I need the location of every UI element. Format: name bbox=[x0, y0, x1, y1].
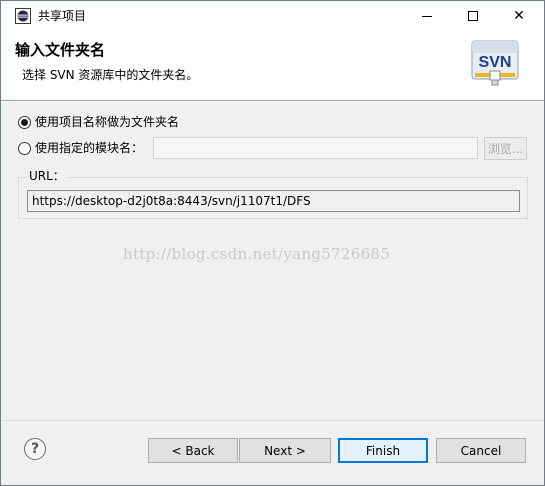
use-module-name-label: 使用指定的模块名： bbox=[35, 141, 144, 155]
button-bar: ? < Back Next > Finish Cancel bbox=[1, 420, 544, 485]
help-icon[interactable]: ? bbox=[24, 438, 46, 460]
finish-button[interactable]: Finish bbox=[338, 438, 428, 463]
module-name-input[interactable] bbox=[153, 137, 478, 159]
close-icon: ✕ bbox=[513, 8, 525, 24]
use-project-name-label: 使用项目名称做为文件夹名 bbox=[35, 115, 180, 129]
title-bar[interactable]: 共享项目 ✕ bbox=[1, 1, 544, 31]
svn-logo: SVN bbox=[471, 40, 519, 86]
radio-selected-dot bbox=[21, 118, 28, 126]
browse-button[interactable]: 浏览... bbox=[484, 137, 527, 160]
use-module-name-radio[interactable] bbox=[18, 141, 31, 155]
next-button[interactable]: Next > bbox=[239, 438, 331, 463]
url-label: URL： bbox=[26, 168, 68, 184]
wizard-header: 输入文件夹名 选择 SVN 资源库中的文件夹名。 SVN bbox=[1, 31, 544, 101]
use-project-name-option[interactable]: 使用项目名称做为文件夹名 bbox=[18, 114, 179, 130]
url-field[interactable]: https://desktop-d2j0t8a:8443/svn/j1107t1… bbox=[27, 190, 520, 212]
eclipse-app-icon bbox=[15, 8, 31, 24]
minimize-button[interactable] bbox=[404, 1, 450, 31]
maximize-button[interactable] bbox=[450, 1, 496, 31]
maximize-icon bbox=[468, 11, 478, 21]
wizard-content: 使用项目名称做为文件夹名 使用指定的模块名： 浏览... URL： https:… bbox=[1, 102, 544, 420]
svn-logo-text: SVN bbox=[479, 54, 512, 71]
page-title: 输入文件夹名 bbox=[15, 41, 106, 59]
back-button[interactable]: < Back bbox=[148, 438, 238, 463]
share-project-dialog: 共享项目 ✕ 输入文件夹名 选择 SVN 资源库中的文件夹名。 SVN 使用项目… bbox=[0, 0, 545, 486]
minimize-icon bbox=[422, 15, 432, 17]
use-module-name-option[interactable]: 使用指定的模块名： bbox=[18, 140, 143, 156]
watermark-text: http://blog.csdn.net/yang5726685 bbox=[123, 245, 391, 263]
cancel-button[interactable]: Cancel bbox=[436, 438, 526, 463]
use-project-name-radio[interactable] bbox=[18, 115, 31, 129]
close-button[interactable]: ✕ bbox=[496, 1, 542, 31]
window-title: 共享项目 bbox=[38, 9, 87, 23]
page-description: 选择 SVN 资源库中的文件夹名。 bbox=[22, 68, 199, 82]
